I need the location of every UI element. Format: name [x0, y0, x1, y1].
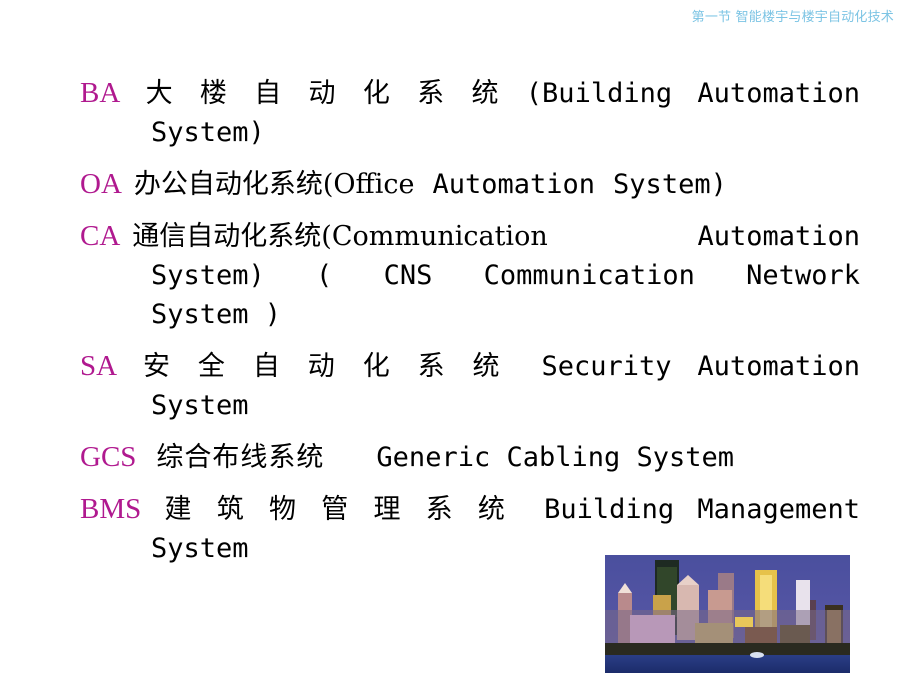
fountain	[750, 652, 764, 658]
entry-word: Automation	[697, 221, 860, 252]
entry-word: System)	[613, 169, 727, 200]
entry-word: 建	[164, 494, 194, 525]
entry-word: 综合布线系统	[156, 442, 325, 473]
entry-word: 大	[145, 78, 175, 109]
entry-word: System)	[151, 117, 265, 148]
entry-word: 全	[197, 351, 227, 382]
entry-word: 物	[268, 494, 298, 525]
entry-word: 安	[143, 351, 172, 382]
entry-word: (Building	[525, 78, 673, 109]
entry-word: 动	[308, 78, 338, 109]
entry-word: Management	[697, 494, 860, 525]
entry-ca-line3: System )	[80, 295, 860, 334]
entry-word: 统	[472, 351, 502, 382]
entry-word: System	[151, 390, 249, 421]
entry-ba: BA 大 楼 自 动 化 系 统 (Building Automation Sy…	[80, 74, 860, 152]
entry-abbr: OA	[80, 168, 122, 200]
entry-abbr: CA	[80, 220, 121, 252]
entry-abbr: BA	[80, 77, 121, 109]
entry-word: 系	[417, 78, 447, 109]
entry-word: 化	[362, 351, 392, 382]
entry-sa: SA 安 全 自 动 化 系 统 Security Automation Sys…	[80, 347, 860, 425]
entry-sa-line2: System	[80, 386, 860, 425]
entry-word: 办公自动化系统(Office	[133, 169, 415, 200]
entry-gcs: GCS 综合布线系统 Generic Cabling System	[80, 438, 860, 477]
entry-word: 管	[321, 494, 351, 525]
entry-word: 自	[252, 351, 282, 382]
entry-word: Automation	[697, 351, 860, 382]
entry-word: 理	[373, 494, 403, 525]
entry-oa: OA 办公自动化系统(Office Automation System)	[80, 165, 860, 204]
entry-abbr: GCS	[80, 441, 137, 473]
city-skyline-photo	[605, 555, 850, 673]
entry-ca: CA 通信自动化系统(Communication Automation Syst…	[80, 217, 860, 334]
entry-word: Communication	[483, 260, 695, 291]
entry-word: System	[151, 533, 249, 564]
entry-word: 通信自动化系统(Communication	[132, 221, 548, 252]
entry-word: Security	[541, 351, 672, 382]
river	[605, 655, 850, 673]
system-list: BA 大 楼 自 动 化 系 统 (Building Automation Sy…	[80, 74, 860, 581]
entry-word: 系	[425, 494, 455, 525]
entry-sa-line1: SA 安 全 自 动 化 系 统 Security Automation	[80, 347, 860, 386]
entry-bms-line1: BMS 建 筑 物 管 理 系 统 Building Management	[80, 490, 860, 529]
entry-word: Automation	[432, 169, 596, 200]
entry-word: Generic Cabling System	[376, 442, 735, 473]
entry-abbr: BMS	[80, 493, 142, 525]
entry-word: 动	[307, 351, 337, 382]
entry-word: 统	[477, 494, 507, 525]
entry-abbr: SA	[80, 350, 118, 382]
entry-word: System)	[151, 260, 265, 291]
entry-word: 筑	[216, 494, 246, 525]
entry-word: System )	[151, 299, 282, 330]
entry-word: 化	[362, 78, 392, 109]
entry-oa-line1: OA 办公自动化系统(Office Automation System)	[80, 165, 860, 204]
entry-word: Building	[544, 494, 675, 525]
entry-word: 楼	[199, 78, 229, 109]
entry-word: 自	[254, 78, 284, 109]
entry-ba-line2: System)	[80, 113, 860, 152]
entry-gcs-line1: GCS 综合布线系统 Generic Cabling System	[80, 438, 860, 477]
entry-word: 统	[471, 78, 501, 109]
entry-word: Network	[746, 260, 860, 291]
entry-word: Automation	[697, 78, 860, 109]
entry-word: (	[316, 260, 333, 291]
entry-word: CNS	[383, 260, 433, 291]
entry-ba-line1: BA 大 楼 自 动 化 系 统 (Building Automation	[80, 74, 860, 113]
slide-header-title: 第一节 智能楼宇与楼宇自动化技术	[691, 10, 894, 25]
entry-ca-line1: CA 通信自动化系统(Communication Automation	[80, 217, 860, 256]
entry-word: 系	[417, 351, 447, 382]
entry-ca-line2: System) ( CNS Communication Network	[80, 256, 860, 295]
